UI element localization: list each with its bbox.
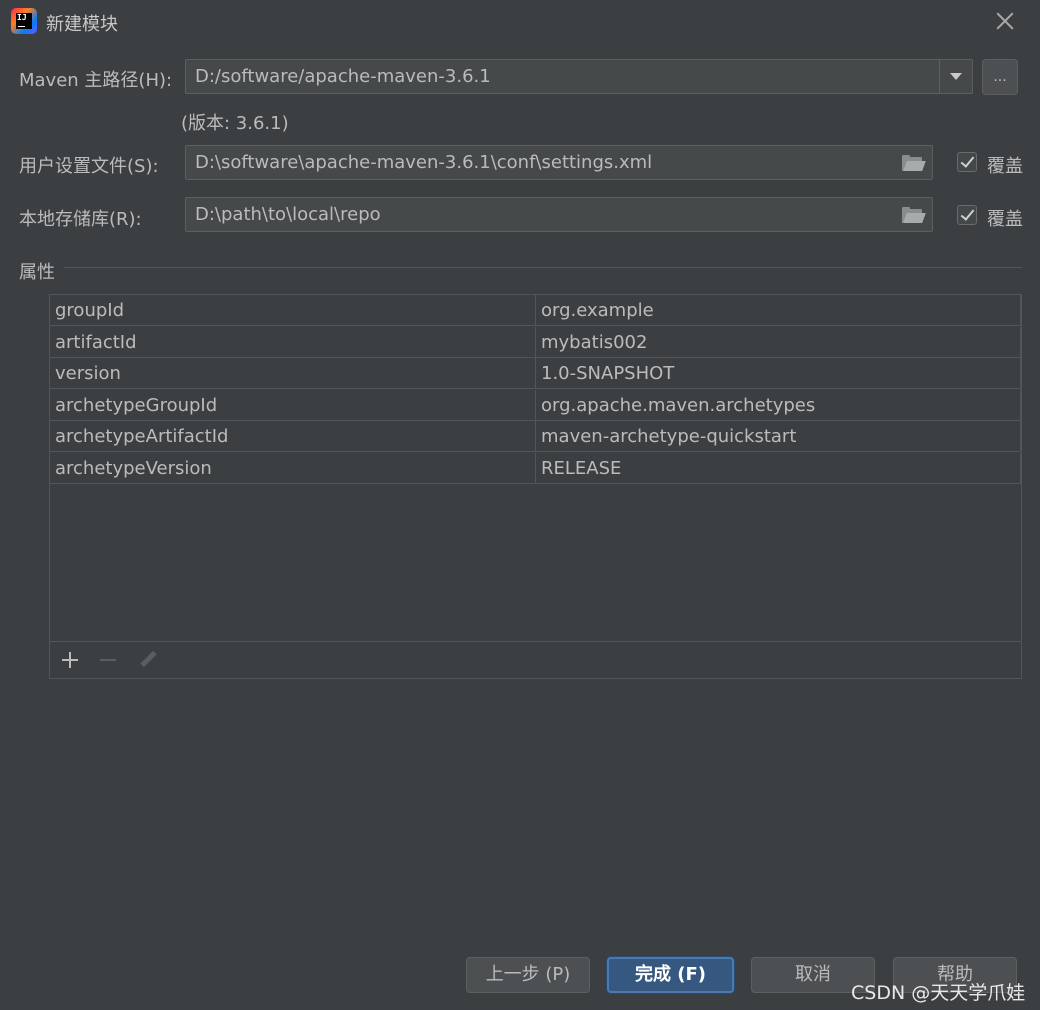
table-row[interactable]: version 1.0-SNAPSHOT — [50, 358, 1021, 389]
user-settings-override-label: 覆盖 — [987, 156, 1023, 177]
folder-icon[interactable] — [902, 207, 926, 223]
window-title: 新建模块 — [46, 14, 118, 35]
table-row[interactable]: groupId org.example — [50, 295, 1021, 326]
property-key[interactable]: artifactId — [50, 326, 536, 358]
maven-version-text: (版本: 3.6.1) — [181, 113, 289, 134]
edit-icon[interactable] — [138, 650, 158, 670]
property-key[interactable]: groupId — [50, 295, 536, 326]
local-repo-field[interactable]: D:\path\to\local\repo — [185, 197, 933, 232]
intellij-app-icon: IJ — [11, 8, 37, 34]
property-value[interactable]: RELEASE — [536, 452, 1021, 484]
remove-icon[interactable] — [100, 652, 116, 668]
property-value[interactable]: org.example — [536, 295, 1021, 326]
local-repo-override-label: 覆盖 — [987, 209, 1023, 230]
browse-button[interactable]: ... — [982, 59, 1018, 95]
user-settings-label: 用户设置文件(S): — [19, 156, 159, 177]
maven-home-label: Maven 主路径(H): — [19, 70, 173, 91]
property-value[interactable]: 1.0-SNAPSHOT — [536, 358, 1021, 389]
user-settings-value: D:\software\apache-maven-3.6.1\conf\sett… — [195, 152, 653, 173]
title-bar: IJ 新建模块 — [0, 0, 1040, 44]
previous-button[interactable]: 上一步 (P) — [466, 957, 590, 993]
property-key[interactable]: version — [50, 358, 536, 389]
properties-section-title: 属性 — [19, 262, 55, 283]
table-row[interactable]: archetypeGroupId org.apache.maven.archet… — [50, 389, 1021, 421]
user-settings-field[interactable]: D:\software\apache-maven-3.6.1\conf\sett… — [185, 145, 933, 180]
local-repo-override-checkbox[interactable] — [957, 205, 977, 225]
local-repo-label: 本地存储库(R): — [19, 209, 142, 230]
property-value[interactable]: org.apache.maven.archetypes — [536, 389, 1021, 421]
add-icon[interactable] — [62, 652, 78, 668]
close-icon[interactable] — [992, 8, 1018, 34]
property-value[interactable]: mybatis002 — [536, 326, 1021, 358]
properties-toolbar — [50, 641, 1021, 678]
maven-home-value: D:/software/apache-maven-3.6.1 — [195, 66, 491, 87]
property-value[interactable]: maven-archetype-quickstart — [536, 421, 1021, 452]
table-row[interactable]: artifactId mybatis002 — [50, 326, 1021, 358]
finish-button[interactable]: 完成 (F) — [607, 957, 734, 993]
table-row[interactable]: archetypeVersion RELEASE — [50, 452, 1021, 484]
watermark: CSDN @天天学爪娃 — [851, 982, 1026, 1004]
local-repo-value: D:\path\to\local\repo — [195, 204, 381, 225]
properties-table: groupId org.example artifactId mybatis00… — [49, 294, 1022, 679]
maven-home-combobox[interactable]: D:/software/apache-maven-3.6.1 — [185, 59, 973, 94]
table-row[interactable]: archetypeArtifactId maven-archetype-quic… — [50, 421, 1021, 452]
section-divider — [64, 267, 1022, 268]
folder-icon[interactable] — [902, 155, 926, 171]
chevron-down-icon[interactable] — [939, 60, 972, 93]
property-key[interactable]: archetypeVersion — [50, 452, 536, 484]
property-key[interactable]: archetypeGroupId — [50, 389, 536, 421]
user-settings-override-checkbox[interactable] — [957, 152, 977, 172]
property-key[interactable]: archetypeArtifactId — [50, 421, 536, 452]
